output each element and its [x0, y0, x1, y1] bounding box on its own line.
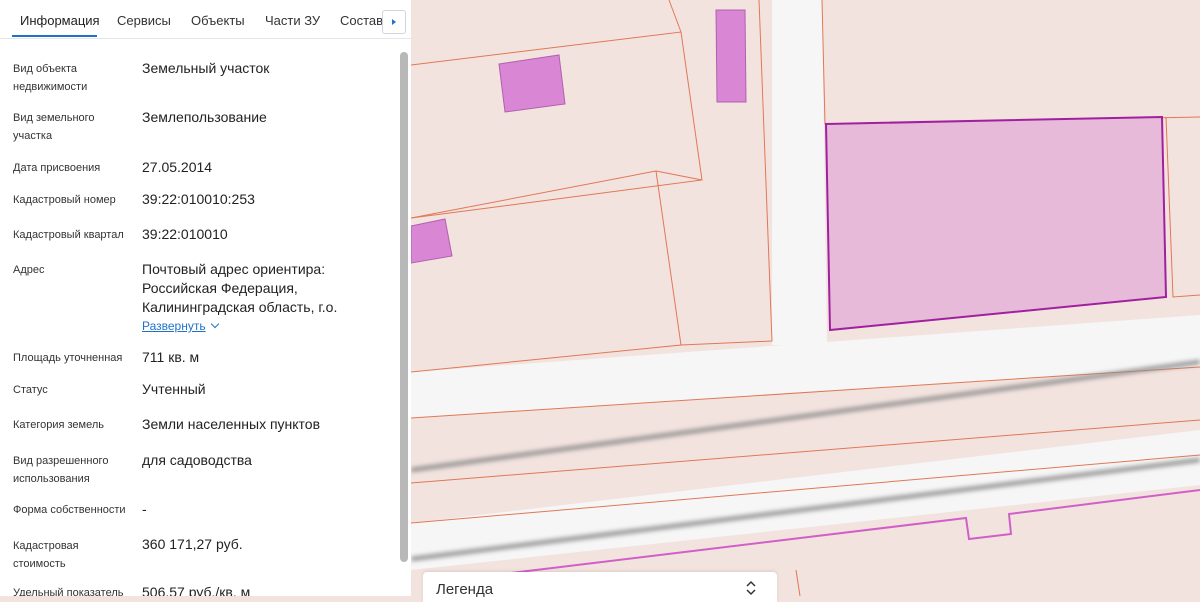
field-label: Статус: [13, 384, 48, 396]
active-tab-indicator: [12, 35, 97, 37]
tab-bar: Информация Сервисы Объекты Части ЗУ Сост…: [0, 0, 411, 39]
legend-panel[interactable]: Легенда: [423, 572, 777, 602]
panel-scrollbar[interactable]: [400, 52, 408, 562]
field-value: 27.05.2014: [142, 159, 213, 175]
field-label: Вид земельного участка: [13, 112, 95, 142]
field-label: Кадастровый номер: [13, 194, 116, 206]
field-value: для садоводства: [142, 452, 252, 468]
field-label: Дата присвоения: [13, 162, 101, 174]
field-label: Удельный показатель: [13, 587, 124, 596]
expand-address-link[interactable]: Развернуть: [142, 319, 206, 333]
info-panel: Информация Сервисы Объекты Части ЗУ Сост…: [0, 0, 412, 596]
chevron-right-icon: [392, 19, 396, 25]
chevron-down-icon[interactable]: [210, 319, 220, 329]
building: [498, 54, 566, 113]
field-value: 506,57 руб./кв. м: [142, 584, 251, 596]
field-value: -: [142, 501, 147, 517]
field-value: Землепользование: [142, 109, 267, 125]
address-value: Почтовый адрес ориентира: Российская Фед…: [142, 261, 338, 315]
field-label: Форма собственности: [13, 504, 126, 516]
field-value: Учтенный: [142, 381, 206, 397]
field-label: Кадастровый квартал: [13, 229, 124, 241]
field-label: Вид объекта недвижимости: [13, 63, 88, 93]
tab-services[interactable]: Сервисы: [117, 13, 171, 28]
field-value: 39:22:010010:253: [142, 191, 255, 207]
field-label: Вид разрешенного использования: [13, 455, 109, 485]
field-label: Площадь уточненная: [13, 352, 123, 364]
selected-parcel[interactable]: [824, 115, 1168, 332]
building: [411, 218, 453, 264]
road: [772, 0, 827, 345]
field-value: Земельный участок: [142, 60, 270, 76]
tabs-scroll-button[interactable]: [382, 10, 406, 34]
tab-parts[interactable]: Части ЗУ: [265, 13, 320, 28]
field-label: Категория земель: [13, 419, 104, 431]
field-value: Земли населенных пунктов: [142, 416, 321, 432]
tab-composition[interactable]: Состав: [340, 13, 383, 28]
field-label: Адрес: [13, 264, 45, 276]
field-value: 39:22:010010: [142, 226, 228, 242]
tab-objects[interactable]: Объекты: [191, 13, 245, 28]
field-value: 360 171,27 руб.: [142, 536, 243, 552]
expand-collapse-icon[interactable]: [745, 580, 757, 596]
field-value: 711 кв. м: [142, 349, 200, 365]
tab-info[interactable]: Информация: [20, 13, 100, 28]
building: [715, 9, 747, 103]
field-label: Кадастровая стоимость: [13, 540, 79, 570]
cadastral-map[interactable]: [411, 0, 1200, 596]
legend-title: Легенда: [436, 581, 494, 598]
